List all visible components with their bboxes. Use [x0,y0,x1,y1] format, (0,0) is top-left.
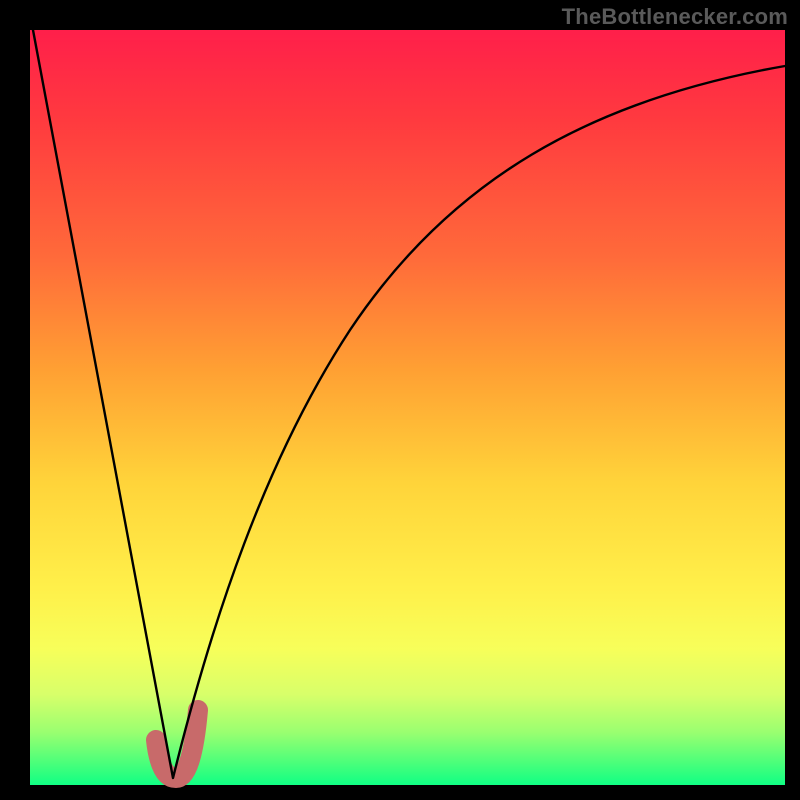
curve-layer [30,30,785,785]
chart-stage: TheBottlenecker.com [0,0,800,800]
bottleneck-curve [33,30,785,778]
watermark-text: TheBottlenecker.com [562,4,788,30]
plot-area [30,30,785,785]
